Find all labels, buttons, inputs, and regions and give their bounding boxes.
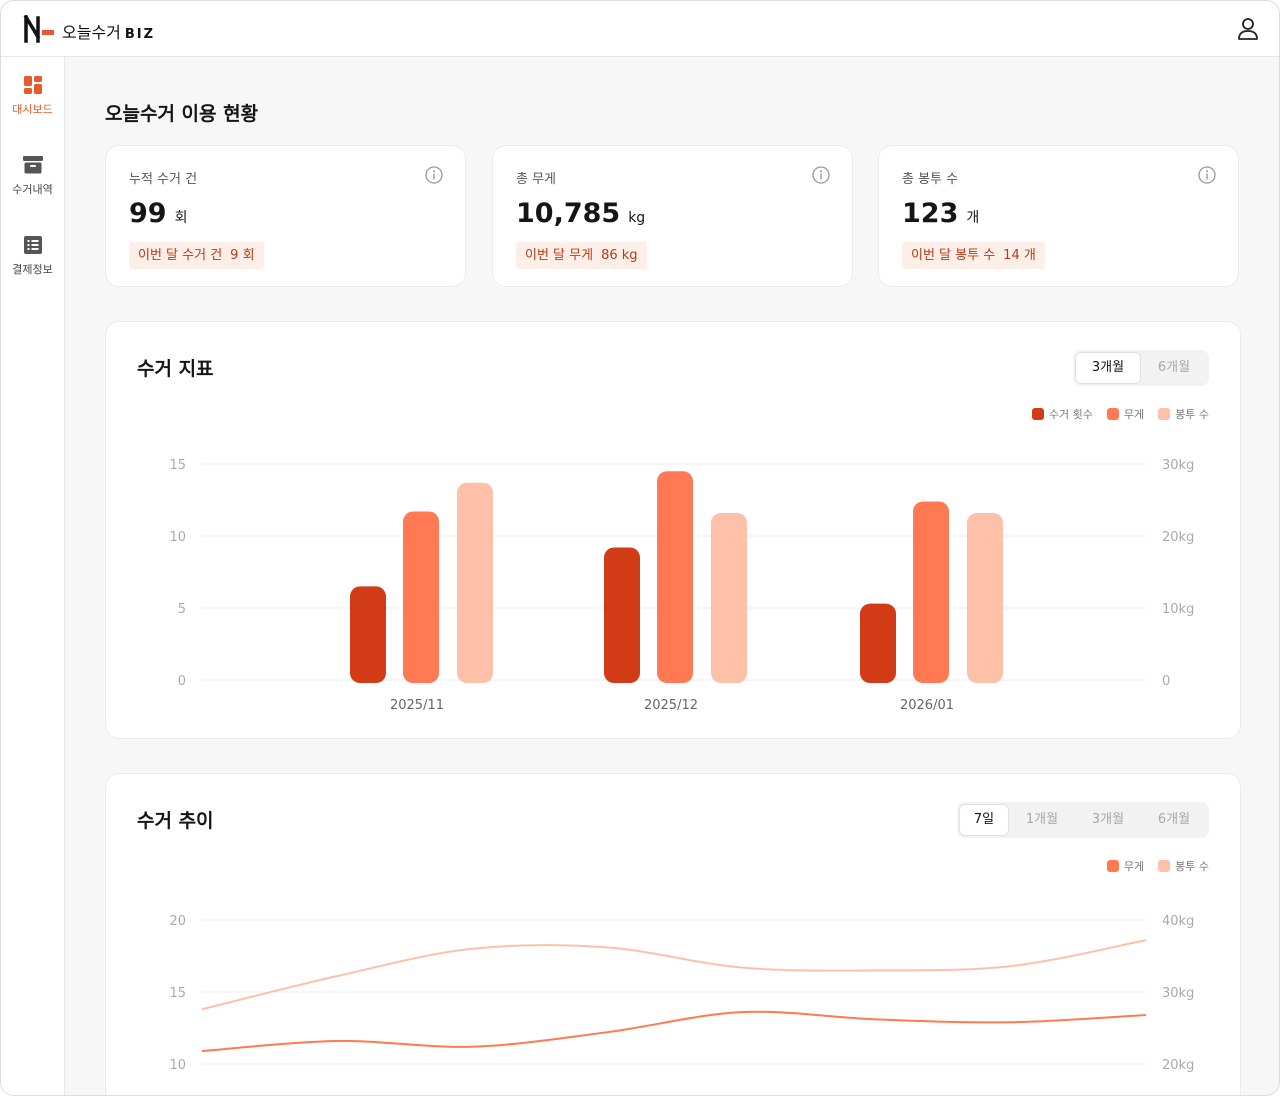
- bar: [967, 512, 1003, 683]
- y2-tick-label: 30kg: [1162, 986, 1194, 1001]
- y-tick-label: 0: [178, 674, 186, 689]
- stat-label: 누적 수거 건: [129, 172, 198, 187]
- stat-badge: 이번 달 무게 86 kg: [516, 242, 647, 269]
- app-window: 오늘수거 BIZ 대시보드 수거내역 결제정보 오늘수거 이용 현황 누적 수거…: [0, 0, 1280, 1096]
- y-tick-label: 10: [169, 530, 186, 545]
- x-tick-label: 2025/12: [644, 698, 698, 713]
- brand-suffix: BIZ: [124, 27, 156, 42]
- badge-value: 86 kg: [601, 248, 638, 263]
- badge-label: 이번 달 봉투 수: [911, 248, 996, 263]
- stat-badge: 이번 달 수거 건 9 회: [129, 242, 264, 269]
- y2-tick-label: 0: [1162, 674, 1170, 689]
- stat-card-total-pickups: 누적 수거 건 99 회 이번 달 수거 건 9 회: [105, 145, 466, 287]
- bar: [457, 482, 493, 683]
- sidebar: 대시보드 수거내역 결제정보: [1, 57, 65, 1095]
- sidebar-item-dashboard[interactable]: 대시보드: [1, 75, 64, 137]
- y2-tick-label: 10kg: [1162, 602, 1194, 617]
- y-tick-label: 10: [169, 1058, 186, 1073]
- bar-chart: 0 5 10 15 0 10kg 20kg 30kg 2025/11 2025/12 2026/01: [169, 458, 1194, 713]
- stat-badge: 이번 달 봉투 수 14 개: [902, 242, 1045, 269]
- y-tick-label: 15: [169, 458, 186, 473]
- archive-icon: [22, 156, 43, 174]
- stat-label: 총 무게: [516, 172, 557, 187]
- bar: [711, 512, 747, 683]
- indicator-panel: 수거 지표 3개월 6개월 수거 횟수 무게 봉투 수 0 5 10 15 0 10kg 2…: [105, 321, 1241, 739]
- badge-label: 이번 달 무게: [525, 248, 594, 263]
- y2-tick-label: 20kg: [1162, 530, 1194, 545]
- stat-label: 총 봉투 수: [902, 172, 959, 187]
- page-title: 오늘수거 이용 현황: [105, 103, 259, 125]
- sidebar-item-label: 수거내역: [12, 183, 53, 196]
- bar: [350, 586, 386, 683]
- y2-tick-label: 30kg: [1162, 458, 1194, 473]
- x-tick-label: 2026/01: [900, 698, 954, 713]
- stat-value: 10,785 kg: [516, 198, 645, 229]
- stat-unit: kg: [628, 210, 646, 226]
- stat-unit: 회: [174, 210, 188, 226]
- sidebar-item-payment[interactable]: 결제정보: [1, 235, 64, 297]
- y2-tick-label: 20kg: [1162, 1058, 1194, 1073]
- sidebar-item-history[interactable]: 수거내역: [1, 155, 64, 217]
- badge-label: 이번 달 수거 건: [138, 248, 223, 263]
- x-tick-label: 2025/11: [390, 698, 444, 713]
- bar: [913, 501, 949, 683]
- list-icon: [23, 236, 42, 254]
- line-chart: 10 15 20 20kg 30kg 40kg: [169, 914, 1194, 1073]
- bar: [604, 547, 640, 683]
- y2-tick-label: 40kg: [1162, 914, 1194, 929]
- brand-title: 오늘수거: [62, 23, 121, 42]
- stat-unit: 개: [966, 210, 980, 226]
- stat-number: 10,785: [516, 198, 621, 229]
- badge-value: 14 개: [1003, 248, 1036, 263]
- dashboard-icon: [23, 76, 42, 94]
- bar: [403, 511, 439, 683]
- stat-value: 99 회: [129, 198, 187, 229]
- info-icon[interactable]: [1198, 166, 1216, 184]
- trend-panel: 수거 추이 7일 1개월 3개월 6개월 무게 봉투 수 10 15 20 20kg 3…: [105, 773, 1241, 1095]
- top-bar: 오늘수거 BIZ: [1, 1, 1279, 57]
- stat-number: 99: [129, 198, 167, 229]
- bar: [657, 471, 693, 683]
- brand-logo-icon[interactable]: [23, 15, 55, 43]
- bar: [860, 603, 896, 683]
- user-icon[interactable]: [1237, 17, 1259, 41]
- sidebar-item-label: 대시보드: [12, 103, 53, 116]
- info-icon[interactable]: [812, 166, 830, 184]
- badge-value: 9 회: [230, 248, 255, 263]
- bags-line: [201, 939, 1147, 1011]
- stat-card-total-weight: 총 무게 10,785 kg 이번 달 무게 86 kg: [492, 145, 853, 287]
- y-tick-label: 20: [169, 914, 186, 929]
- weight-line: [201, 1010, 1147, 1053]
- stat-value: 123 개: [902, 198, 979, 229]
- stat-number: 123: [902, 198, 959, 229]
- y-tick-label: 5: [178, 602, 186, 617]
- sidebar-item-label: 결제정보: [12, 263, 53, 276]
- stat-card-total-bags: 총 봉투 수 123 개 이번 달 봉투 수 14 개: [878, 145, 1239, 287]
- brand-name: 오늘수거 BIZ: [62, 19, 155, 43]
- y-tick-label: 15: [169, 986, 186, 1001]
- info-icon[interactable]: [425, 166, 443, 184]
